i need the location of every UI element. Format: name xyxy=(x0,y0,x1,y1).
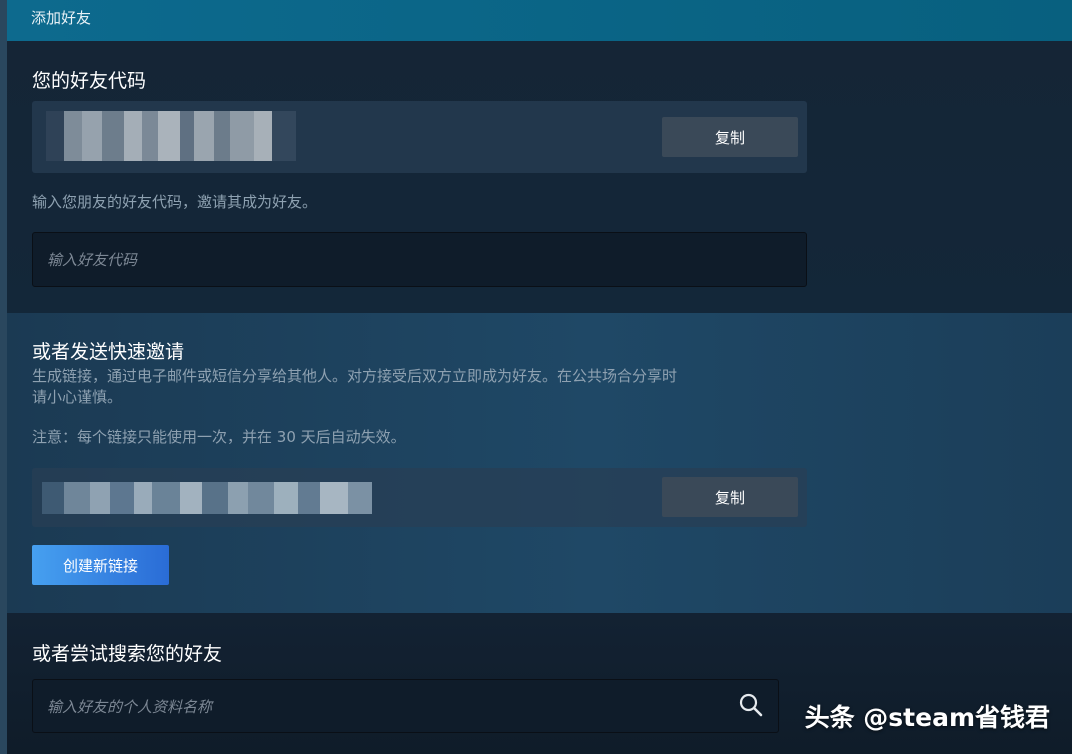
friend-code-value-redacted xyxy=(46,111,296,161)
create-new-link-button[interactable]: 创建新链接 xyxy=(32,545,169,585)
friend-code-instruction: 输入您朋友的好友代码，邀请其成为好友。 xyxy=(32,193,318,211)
invite-link-box: 复制 xyxy=(32,468,807,527)
quick-invite-heading: 或者发送快速邀请 xyxy=(32,341,185,363)
window-left-edge xyxy=(0,0,7,754)
search-icon[interactable] xyxy=(738,692,764,718)
friend-code-section: 您的好友代码 复制 输入您朋友的好友代码，邀请其成为好友。 输入好友代码 xyxy=(7,41,1072,313)
quick-invite-description-line1: 生成链接，通过电子邮件或短信分享给其他人。对方接受后双方立即成为好友。在公共场合… xyxy=(32,367,678,385)
friend-code-heading: 您的好友代码 xyxy=(32,70,147,92)
search-friends-input-placeholder: 输入好友的个人资料名称 xyxy=(47,697,213,716)
quick-invite-section: 或者发送快速邀请 生成链接，通过电子邮件或短信分享给其他人。对方接受后双方立即成… xyxy=(7,313,1072,613)
watermark-text: 头条 @steam省钱君 xyxy=(804,703,1050,732)
friend-code-input-placeholder: 输入好友代码 xyxy=(47,251,138,269)
dialog-header: 添加好友 xyxy=(7,0,1072,41)
friend-code-box: 复制 xyxy=(32,101,807,173)
search-friends-heading: 或者尝试搜索您的好友 xyxy=(32,643,223,665)
dialog-title: 添加好友 xyxy=(31,9,92,27)
copy-invite-link-button[interactable]: 复制 xyxy=(662,477,798,517)
quick-invite-note: 注意：每个链接只能使用一次，并在 30 天后自动失效。 xyxy=(32,428,406,446)
invite-link-value-redacted xyxy=(42,482,372,514)
search-friends-input[interactable]: 输入好友的个人资料名称 xyxy=(32,679,779,733)
quick-invite-description-line2: 请小心谨慎。 xyxy=(32,388,123,406)
copy-friend-code-button[interactable]: 复制 xyxy=(662,117,798,157)
friend-code-input[interactable]: 输入好友代码 xyxy=(32,232,807,287)
